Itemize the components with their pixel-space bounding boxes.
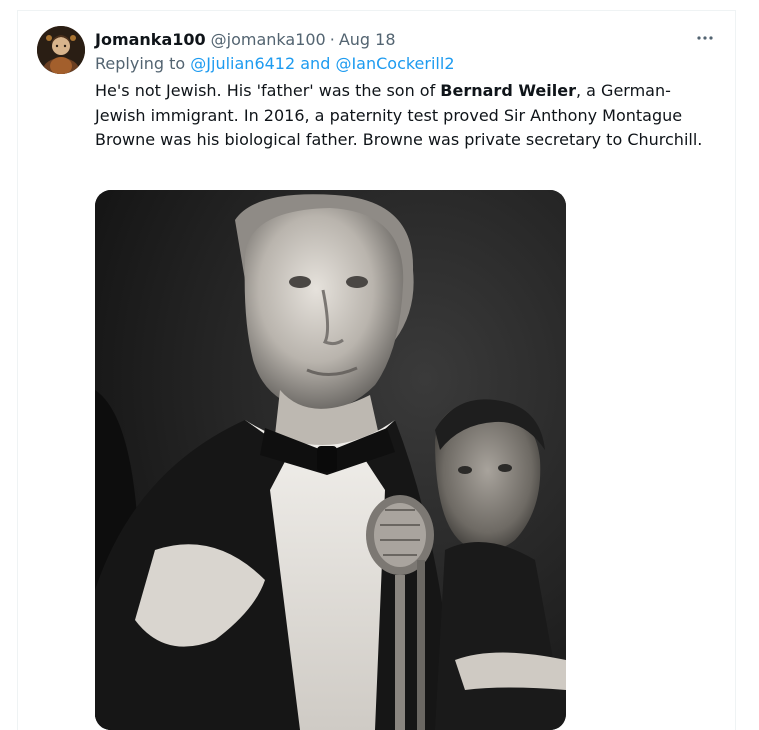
mention-conjunction[interactable]: and [295, 54, 335, 73]
tweet-text-bold-name: Bernard Weiler [440, 81, 576, 100]
tweet-text: He's not Jewish. His 'father' was the so… [95, 79, 720, 153]
display-name[interactable]: Jomanka100 [95, 30, 206, 49]
tweet-photo[interactable] [95, 190, 566, 730]
more-options-button[interactable] [693, 29, 717, 49]
avatar[interactable] [37, 26, 85, 74]
tweet-text-part-1: He's not Jewish. His 'father' was the so… [95, 81, 441, 100]
photo-image [95, 190, 566, 730]
replying-prefix: Replying to [95, 54, 191, 73]
separator-dot: · [329, 29, 335, 49]
mention-jjulian6412[interactable]: @Jjulian6412 [190, 54, 295, 73]
more-horizontal-icon [697, 36, 713, 40]
tweet-header: Jomanka100 @jomanka100 · Aug 18 [95, 27, 396, 51]
mention-iancockerill2[interactable]: @IanCockerill2 [335, 54, 454, 73]
tweet-date[interactable]: Aug 18 [339, 30, 396, 49]
user-handle[interactable]: @jomanka100 [211, 30, 326, 49]
replying-to: Replying to @Jjulian6412 and @IanCockeri… [95, 54, 455, 73]
